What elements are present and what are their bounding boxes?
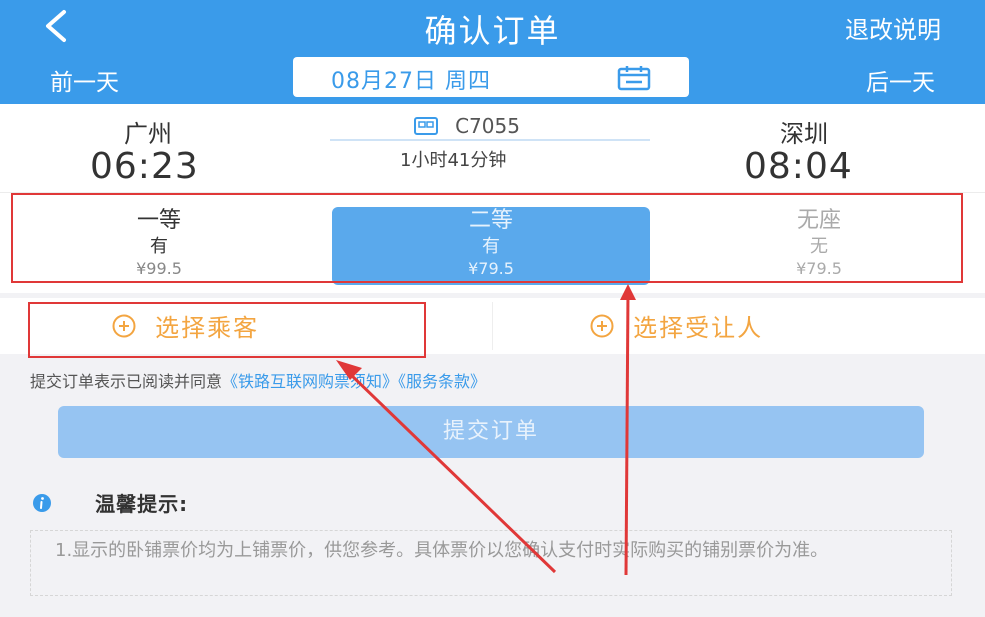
seat-price: ¥79.5 <box>468 259 514 278</box>
ticket-notice-link[interactable]: 《铁路互联网购票须知》 <box>222 372 398 391</box>
travel-duration: 1小时41分钟 <box>400 150 507 171</box>
tips-text: 1.显示的卧铺票价均为上铺票价，供您参考。具体票价以您确认支付时实际购买的铺别票… <box>55 540 829 561</box>
departure-city: 广州 <box>124 120 172 148</box>
choose-person-panel: 选择乘客 选择受让人 <box>0 298 985 354</box>
next-day-button[interactable]: 后一天 <box>866 63 935 97</box>
page-title: 确认订单 <box>424 12 561 50</box>
agreement-prefix: 提交订单表示已阅读并同意 <box>30 372 223 391</box>
seat-price: ¥99.5 <box>136 259 182 278</box>
tips-box: 1.显示的卧铺票价均为上铺票价，供您参考。具体票价以您确认支付时实际购买的铺别票… <box>30 530 952 596</box>
choose-passenger-button[interactable]: 选择乘客 <box>112 308 259 343</box>
seat-name: 一等 <box>136 208 181 233</box>
seat-first-class[interactable]: 一等 有 ¥99.5 <box>0 207 318 285</box>
seat-no-seat[interactable]: 无座 无 ¥79.5 <box>660 207 978 285</box>
plus-circle-icon <box>590 314 614 337</box>
plus-circle-icon <box>112 314 136 337</box>
choose-recipient-button[interactable]: 选择受让人 <box>590 308 763 343</box>
seat-availability: 有 <box>150 236 168 257</box>
date-text: 08月27日 周四 <box>331 69 491 94</box>
seat-name: 二等 <box>468 208 513 233</box>
divider <box>492 302 493 350</box>
refund-policy-link[interactable]: 退改说明 <box>845 10 941 45</box>
train-number: C7055 <box>455 114 520 138</box>
seat-second-class[interactable]: 二等 有 ¥79.5 <box>332 207 650 285</box>
seat-availability: 有 <box>482 236 500 257</box>
date-selector[interactable]: 08月27日 周四 <box>293 57 689 97</box>
seat-availability: 无 <box>810 236 828 257</box>
choose-passenger-label: 选择乘客 <box>155 314 260 342</box>
prev-day-button[interactable]: 前一天 <box>50 63 119 97</box>
train-icon <box>414 117 438 135</box>
header-bar: 确认订单 退改说明 前一天 08月27日 周四 后一天 <box>0 0 985 104</box>
submit-order-button[interactable]: 提交订单 <box>58 406 924 458</box>
choose-recipient-label: 选择受让人 <box>633 314 764 342</box>
tips-header: 温馨提示: <box>32 488 188 517</box>
train-number-group[interactable]: C7055 <box>414 114 520 138</box>
agreement-text: 提交订单表示已阅读并同意《铁路互联网购票须知》《服务条款》 <box>30 368 486 392</box>
train-info-panel: 广州 06:23 C7055 1小时41分钟 深圳 08:04 <box>0 104 985 192</box>
tips-title: 温馨提示: <box>95 492 189 516</box>
info-icon <box>33 493 51 512</box>
calendar-icon <box>617 66 651 91</box>
seat-class-panel: 一等 有 ¥99.5 二等 有 ¥79.5 无座 无 ¥79.5 <box>0 192 985 293</box>
seat-price: ¥79.5 <box>796 259 842 278</box>
arrival-time: 08:04 <box>744 146 853 187</box>
arrival-city: 深圳 <box>780 120 828 148</box>
seat-name: 无座 <box>796 208 841 233</box>
terms-of-service-link[interactable]: 《服务条款》 <box>398 372 486 391</box>
departure-time: 06:23 <box>90 146 199 187</box>
route-line <box>330 139 650 141</box>
